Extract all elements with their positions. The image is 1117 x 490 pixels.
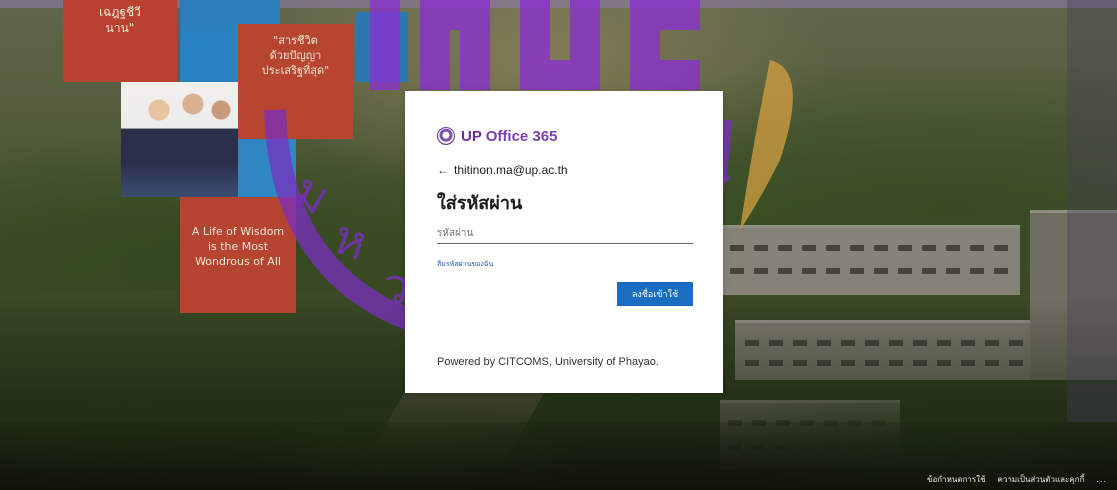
back-arrow-icon[interactable]: ←: [437, 163, 449, 177]
back-to-email-link[interactable]: ← thitinon.ma@up.ac.th: [437, 163, 568, 177]
up-logo-icon: [437, 127, 455, 145]
promo-photo-students: [121, 82, 238, 197]
promo-text-3: A Life of Wisdom is the Most Wondrous of…: [191, 225, 285, 268]
sign-in-button[interactable]: ลงชื่อเข้าใช้: [617, 282, 693, 306]
terms-of-use-link[interactable]: ข้อกำหนดการใช้: [927, 473, 986, 486]
right-accent-panel: [1067, 0, 1117, 422]
promo-tile-blue: [356, 12, 408, 82]
brand-name: UP Office 365: [461, 128, 557, 145]
promo-tile-blue: [180, 0, 280, 25]
brand-office-text: Office 365: [485, 127, 558, 145]
promo-text-1: เฉฎฐชีวี นาน": [99, 5, 141, 36]
password-field[interactable]: [437, 224, 693, 244]
forgot-password-link[interactable]: ลืมรหัสผ่านของฉัน: [437, 259, 493, 270]
brand-up-text: UP: [461, 127, 482, 145]
promo-text-2: "สารชีวิต ด้วยปัญญา ประเสริฐที่สุด": [261, 34, 330, 77]
powered-by-text: Powered by CITCOMS, University of Phayao…: [437, 356, 659, 368]
footer-links: ข้อกำหนดการใช้ ความเป็นส่วนตัวและคุกกี้ …: [927, 473, 1107, 486]
promo-tile-blue: [180, 25, 238, 82]
account-email: thitinon.ma@up.ac.th: [454, 163, 568, 177]
page-title: ใส่รหัสผ่าน: [437, 193, 523, 214]
brand-header: UP Office 365: [437, 127, 557, 145]
more-options-icon[interactable]: ...: [1096, 475, 1107, 484]
privacy-cookies-link[interactable]: ความเป็นส่วนตัวและคุกกี้: [998, 473, 1085, 486]
promo-tile-blue: [238, 139, 296, 197]
